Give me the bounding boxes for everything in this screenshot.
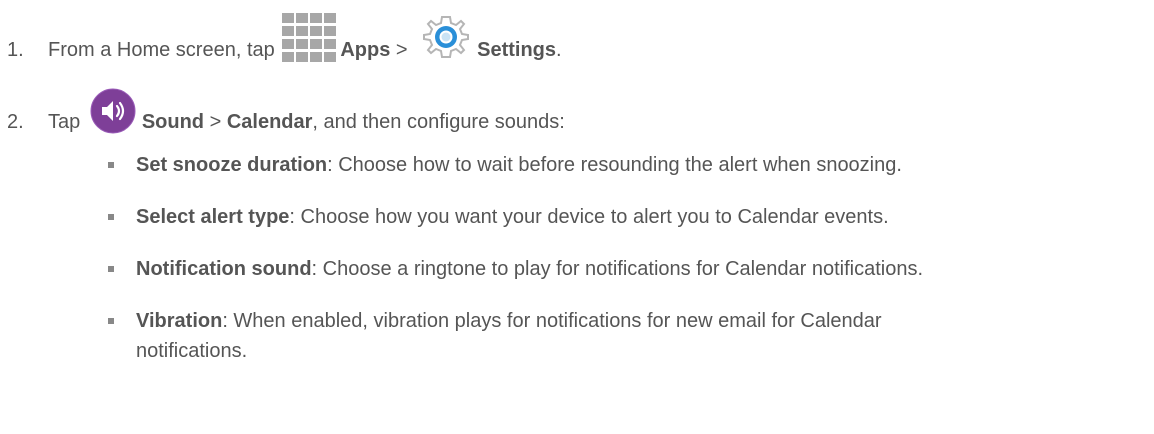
- list-item-content: Select alert type: Choose how you want y…: [136, 202, 1148, 232]
- step-end: .: [556, 39, 562, 61]
- apps-grid-icon: [282, 13, 337, 62]
- apps-label: Apps: [340, 39, 391, 61]
- bullet-description: : Choose how you want your device to ale…: [289, 206, 889, 228]
- list-item-content: Vibration: When enabled, vibration plays…: [136, 306, 966, 366]
- bullet-marker: [108, 162, 114, 168]
- list-item: Select alert type: Choose how you want y…: [108, 202, 1148, 232]
- step-number: 2.: [7, 111, 24, 133]
- settings-bullet-list: Set snooze duration: Choose how to wait …: [108, 150, 1148, 388]
- bullet-term: Set snooze duration: [136, 154, 328, 176]
- settings-label: Settings: [477, 39, 557, 61]
- list-item: Notification sound: Choose a ringtone to…: [108, 254, 1148, 284]
- sound-speaker-icon: [90, 88, 136, 134]
- step-text-after: , and then configure sounds:: [312, 111, 565, 133]
- step-number: 1.: [7, 39, 24, 61]
- step-text: From a Home screen, tap: [48, 39, 281, 61]
- bullet-term: Notification sound: [136, 258, 312, 280]
- list-item: Set snooze duration: Choose how to wait …: [108, 150, 1148, 180]
- step-text: Tap: [48, 111, 86, 133]
- separator: >: [390, 39, 414, 61]
- step-2: 2. Tap Sound > Calendar , and then confi…: [0, 82, 565, 134]
- bullet-marker: [108, 214, 114, 220]
- list-item-content: Notification sound: Choose a ringtone to…: [136, 254, 1148, 284]
- step-1: 1. From a Home screen, tap Apps > Settin…: [0, 10, 562, 62]
- sound-label: Sound: [141, 111, 205, 133]
- bullet-term: Vibration: [136, 310, 223, 332]
- settings-gear-icon: [423, 16, 470, 58]
- separator: >: [204, 111, 227, 133]
- bullet-marker: [108, 318, 114, 324]
- bullet-marker: [108, 266, 114, 272]
- calendar-label: Calendar: [226, 111, 313, 133]
- bullet-description: : When enabled, vibration plays for noti…: [136, 310, 882, 362]
- bullet-description: : Choose a ringtone to play for notifica…: [311, 258, 924, 280]
- list-item: Vibration: When enabled, vibration plays…: [108, 306, 1148, 366]
- bullet-term: Select alert type: [136, 206, 290, 228]
- bullet-description: : Choose how to wait before resounding t…: [327, 154, 902, 176]
- list-item-content: Set snooze duration: Choose how to wait …: [136, 150, 1148, 180]
